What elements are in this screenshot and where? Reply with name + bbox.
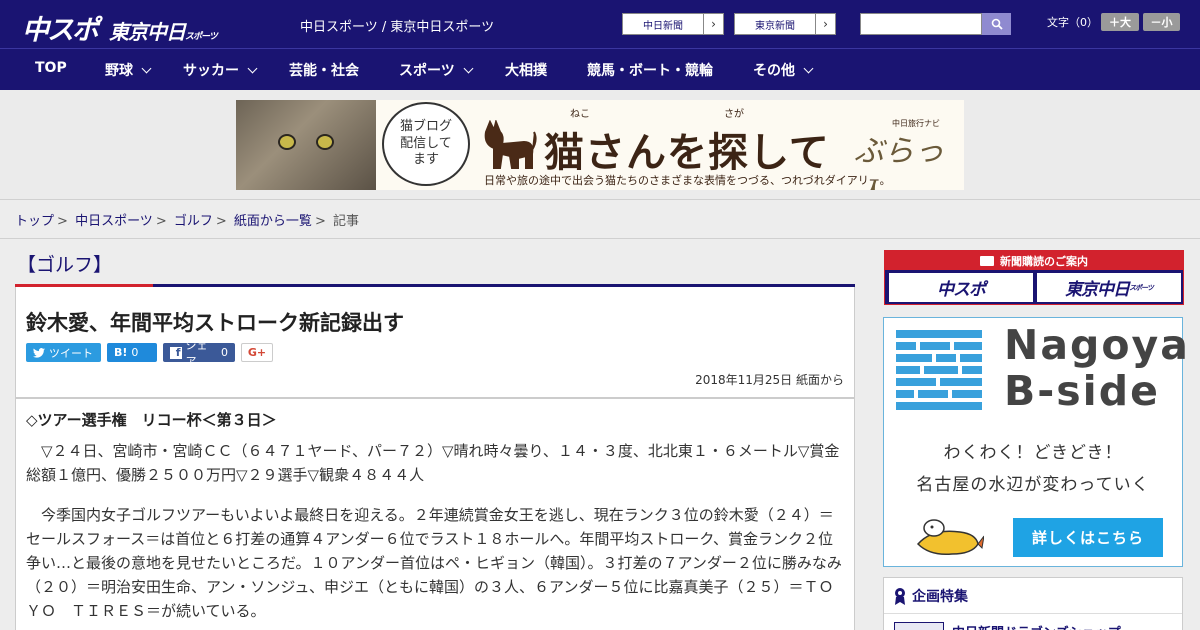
feature-thumbnail: [894, 622, 944, 630]
burattabi-logo: 中日旅行ナビぶらっ人: [854, 119, 944, 190]
chevron-down-icon: [803, 63, 814, 74]
article-paragraph: ▽２４日、宮崎市・宮崎ＣＣ（６４７１ヤード、パー７２）▽晴れ時々曇り、１４・３度…: [26, 442, 840, 484]
font-size-label: 文字（0）: [1047, 16, 1098, 29]
newspaper-icon: [980, 255, 994, 266]
nav-item-other[interactable]: その他: [753, 60, 814, 80]
chevron-right-icon: ›: [703, 14, 723, 34]
search-input[interactable]: [860, 13, 982, 35]
share-buttons: ツイート B! 0 f シェア 0 G+: [26, 339, 273, 368]
article-subhead: ◇ツアー選手権 リコー杯＜第３日＞: [26, 411, 277, 429]
search-button[interactable]: [982, 13, 1011, 35]
nav-item-keiba[interactable]: 競馬・ボート・競輪: [587, 60, 713, 80]
chevron-down-icon: [141, 63, 152, 74]
ebifurai-mascot-icon: [916, 519, 984, 556]
facebook-share-button[interactable]: f シェア 0: [163, 339, 235, 368]
banner-area: 猫ブログ 配信して ます ねこ さが 猫さんを探して 日常や旅の途中で出会う猫た…: [0, 90, 1200, 200]
cat-silhouette-icon: [484, 120, 537, 169]
twitter-icon: [33, 347, 45, 358]
brick-wall-icon: [896, 330, 982, 414]
hatena-bookmark-button[interactable]: B! 0: [107, 343, 157, 362]
cat-blog-banner[interactable]: 猫ブログ 配信して ます ねこ さが 猫さんを探して 日常や旅の途中で出会う猫た…: [236, 100, 964, 190]
bside-details-button[interactable]: 詳しくはこちら: [1013, 518, 1163, 557]
font-smaller-button[interactable]: －小: [1143, 13, 1180, 31]
article-title: 鈴木愛、年間平均ストローク新記録出す: [26, 311, 404, 335]
site-names: 中日スポーツ / 東京中日スポーツ: [300, 20, 495, 35]
chunichi-shimbun-link[interactable]: 中日新聞 ›: [622, 13, 724, 35]
font-bigger-button[interactable]: ＋大: [1101, 13, 1139, 31]
subscribe-tokyo-chunichi-button[interactable]: 東京中日 スポーツ: [1037, 273, 1181, 302]
nav-item-soccer[interactable]: サッカー: [183, 60, 258, 80]
chevron-down-icon: [463, 63, 474, 74]
top-bar: 中スポ 東京中日スポーツ 中日スポーツ / 東京中日スポーツ 中日新聞 › 東京…: [0, 0, 1200, 48]
special-features-box: 企画特集 中日新聞ドラゴンズショップ: [883, 577, 1183, 630]
nav-item-entertainment[interactable]: 芸能・社会: [289, 60, 359, 80]
banner-speech-bubble: 猫ブログ 配信して ます: [382, 102, 470, 186]
chevron-down-icon: [247, 63, 258, 74]
tweet-button[interactable]: ツイート: [26, 343, 101, 362]
bside-title: Nagoya B-side: [1004, 321, 1190, 415]
bside-tagline: わくわく！どきどき！: [943, 443, 1123, 463]
facebook-icon: f: [170, 346, 182, 359]
breadcrumb-golf[interactable]: ゴルフ: [174, 214, 213, 229]
google-plus-button[interactable]: G+: [241, 343, 273, 362]
nav-item-top[interactable]: TOP: [35, 60, 67, 76]
nav-item-sumo[interactable]: 大相撲: [505, 60, 547, 80]
nav-item-baseball[interactable]: 野球: [105, 60, 152, 80]
logo-tokyo-chunichi[interactable]: 東京中日スポーツ: [109, 16, 218, 45]
hatena-icon: B!: [114, 346, 128, 359]
article-header: 鈴木愛、年間平均ストローク新記録出す ツイート B! 0 f シェア 0 G+ …: [15, 287, 855, 398]
cat-photo: [236, 100, 376, 190]
special-features-title: 企画特集: [912, 588, 968, 605]
breadcrumb-top[interactable]: トップ: [15, 214, 54, 229]
chevron-right-icon: ›: [815, 14, 835, 34]
category-label: 【ゴルフ】: [17, 254, 113, 276]
site-logo[interactable]: 中スポ 東京中日スポーツ: [22, 8, 218, 46]
subscription-box: 新聞購読のご案内 中スポ 東京中日 スポーツ: [884, 250, 1184, 305]
article-body: ◇ツアー選手権 リコー杯＜第３日＞ ▽２４日、宮崎市・宮崎ＣＣ（６４７１ヤード、…: [15, 398, 855, 630]
breadcrumb-current: 記事: [332, 214, 359, 229]
tokyo-shimbun-link[interactable]: 東京新聞 ›: [734, 13, 836, 35]
banner-title: 猫さんを探して: [544, 130, 830, 176]
breadcrumb: トップ > 中日スポーツ > ゴルフ > 紙面から一覧 > 記事: [15, 214, 359, 229]
divider: [0, 238, 1200, 239]
ribbon-icon: [895, 587, 905, 605]
breadcrumb-shimen-list[interactable]: 紙面から一覧: [234, 214, 312, 229]
main-nav: TOP 野球 サッカー 芸能・社会 スポーツ 大相撲 競馬・ボート・競輪 その他: [0, 48, 1200, 90]
search-icon: [991, 18, 1003, 30]
article-paragraph: 今季国内女子ゴルフツアーもいよいよ最終日を迎える。２年連続賞金女王を逃し、現在ラ…: [26, 506, 842, 620]
nagoya-bside-ad[interactable]: Nagoya B-side わくわく！どきどき！ 名古屋の水辺が変わっていく 詳…: [883, 317, 1188, 567]
bside-tagline: 名古屋の水辺が変わっていく: [916, 475, 1150, 495]
article-date: 2018年11月25日 紙面から: [695, 373, 844, 387]
subscription-header: 新聞購読のご案内: [885, 251, 1183, 270]
subscribe-chusupo-button[interactable]: 中スポ: [889, 273, 1033, 302]
breadcrumb-chunichi-sports[interactable]: 中日スポーツ: [75, 214, 153, 229]
logo-chusupo[interactable]: 中スポ: [22, 8, 99, 47]
special-feature-item[interactable]: 中日新聞ドラゴンズショップ: [894, 622, 1121, 630]
nav-item-sports[interactable]: スポーツ: [399, 60, 474, 80]
banner-subtitle: 日常や旅の途中で出会う猫たちのさまざまな表情をつづる、つれづれダイアリー。: [484, 174, 891, 187]
